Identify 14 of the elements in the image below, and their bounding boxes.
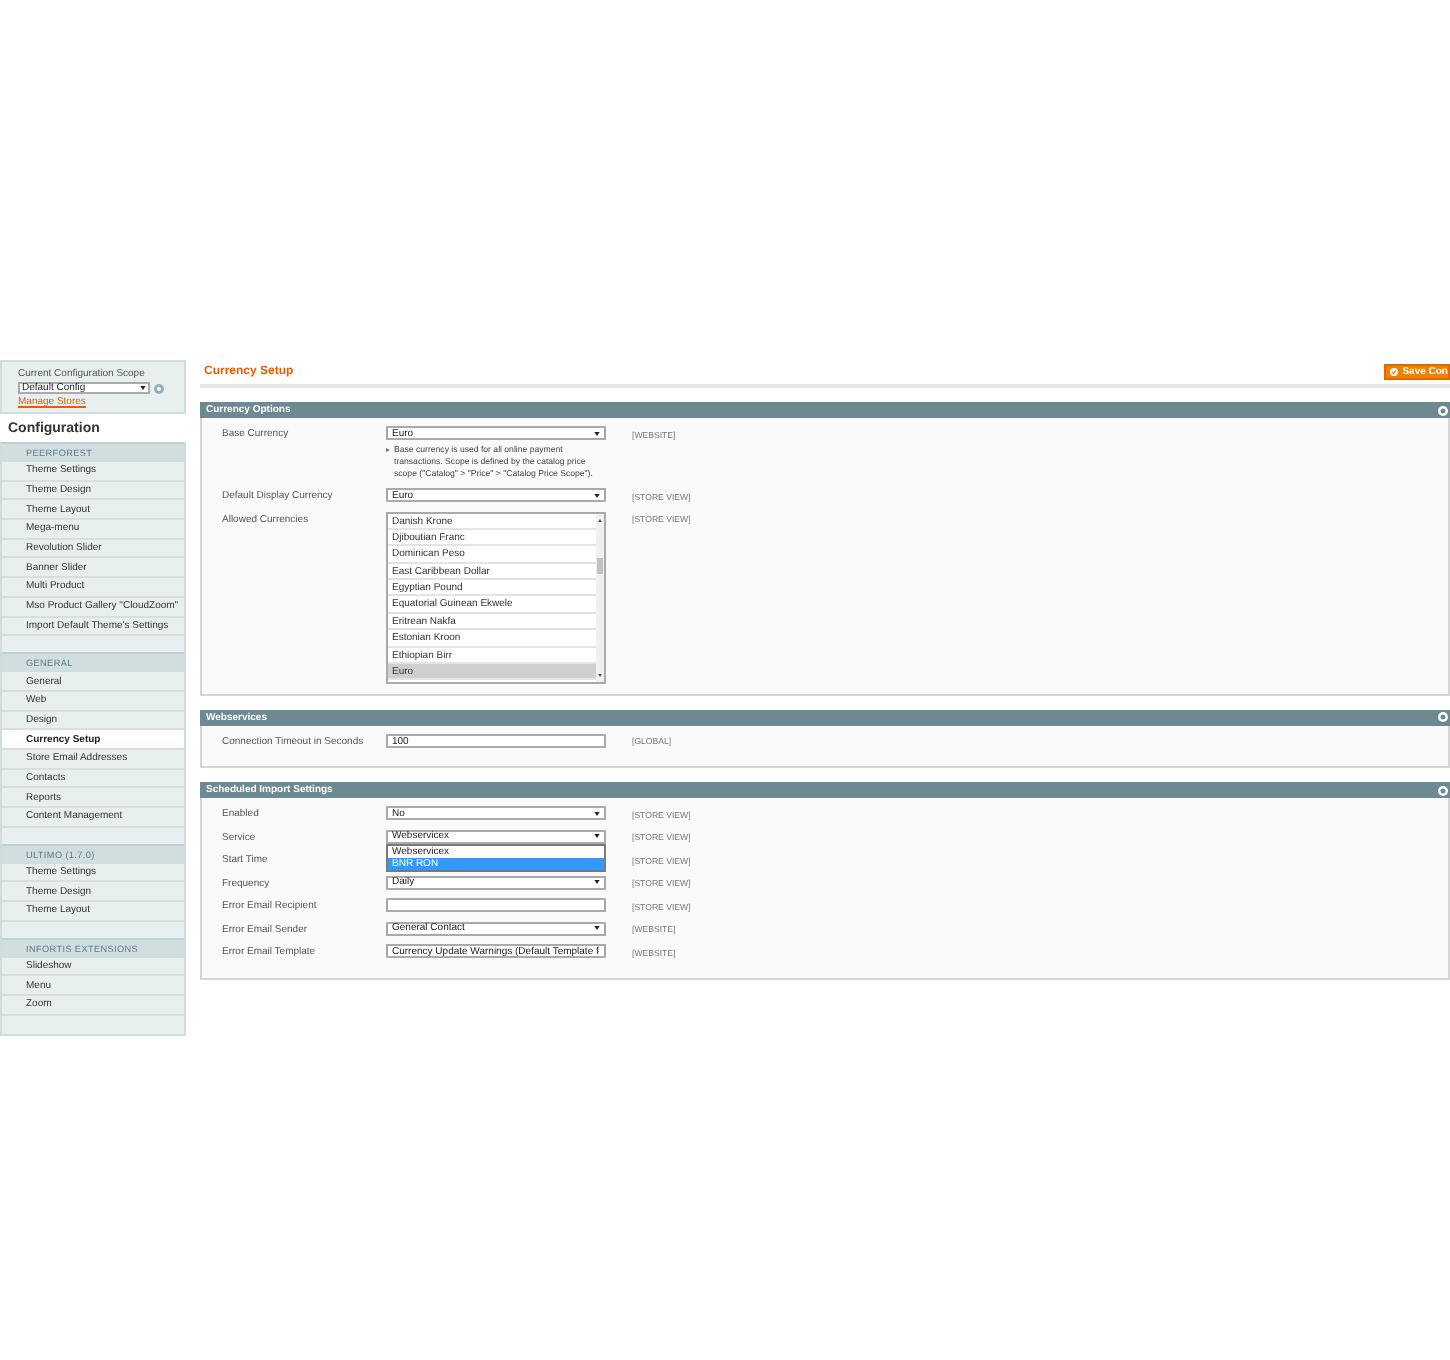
input-field[interactable] (386, 898, 606, 912)
scrollbar-drawing[interactable] (596, 513, 604, 681)
collapse-icon[interactable] (1438, 785, 1448, 795)
caret-icon (594, 926, 600, 930)
collapse-icon[interactable] (1438, 712, 1448, 722)
help-icon[interactable] (154, 383, 164, 393)
caret-icon (594, 431, 600, 435)
check-icon (1390, 368, 1399, 376)
caret-icon (594, 880, 600, 884)
caret-icon (140, 386, 146, 390)
collapse-icon[interactable] (1438, 405, 1448, 415)
caret-icon (594, 811, 600, 815)
caret-icon (594, 493, 600, 497)
caret-icon (594, 834, 600, 838)
